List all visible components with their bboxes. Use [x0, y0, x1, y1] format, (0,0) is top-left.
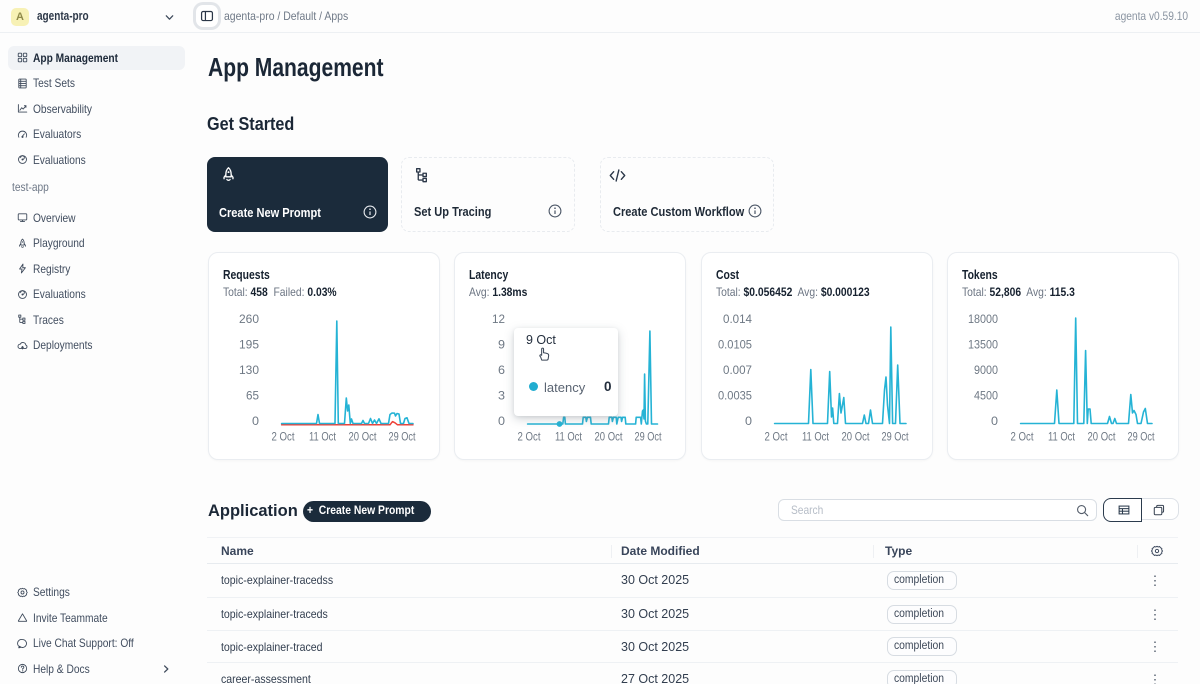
svg-text:18000: 18000	[968, 314, 998, 326]
svg-text:11 Oct: 11 Oct	[1048, 432, 1076, 444]
svg-text:2 Oct: 2 Oct	[518, 432, 542, 444]
svg-text:29 Oct: 29 Oct	[635, 432, 663, 444]
svg-text:130: 130	[239, 365, 259, 377]
svg-text:0: 0	[498, 416, 505, 428]
svg-text:0: 0	[745, 416, 752, 428]
svg-text:0: 0	[991, 416, 998, 428]
svg-text:4500: 4500	[974, 391, 998, 403]
svg-text:9: 9	[498, 340, 505, 352]
svg-text:6: 6	[498, 365, 505, 377]
svg-text:11 Oct: 11 Oct	[555, 432, 583, 444]
svg-text:20 Oct: 20 Oct	[595, 432, 624, 444]
svg-text:2 Oct: 2 Oct	[765, 432, 789, 444]
svg-text:29 Oct: 29 Oct	[1128, 432, 1156, 444]
svg-text:0.007: 0.007	[723, 365, 752, 377]
svg-text:65: 65	[246, 391, 259, 403]
svg-text:9000: 9000	[974, 365, 998, 377]
svg-text:29 Oct: 29 Oct	[389, 432, 417, 444]
svg-text:0.0105: 0.0105	[718, 340, 752, 352]
svg-text:3: 3	[498, 391, 505, 403]
svg-text:2 Oct: 2 Oct	[1011, 432, 1035, 444]
svg-text:20 Oct: 20 Oct	[349, 432, 378, 444]
svg-text:12: 12	[492, 314, 505, 326]
svg-text:0.014: 0.014	[723, 314, 753, 326]
svg-text:13500: 13500	[968, 340, 998, 352]
svg-text:0: 0	[252, 416, 259, 428]
svg-text:20 Oct: 20 Oct	[1088, 432, 1117, 444]
svg-text:20 Oct: 20 Oct	[842, 432, 871, 444]
svg-text:11 Oct: 11 Oct	[309, 432, 337, 444]
svg-text:0.0035: 0.0035	[718, 391, 752, 403]
svg-text:2 Oct: 2 Oct	[272, 432, 296, 444]
svg-text:195: 195	[239, 340, 259, 352]
svg-text:29 Oct: 29 Oct	[882, 432, 910, 444]
svg-text:11 Oct: 11 Oct	[802, 432, 830, 444]
svg-text:260: 260	[239, 314, 259, 326]
